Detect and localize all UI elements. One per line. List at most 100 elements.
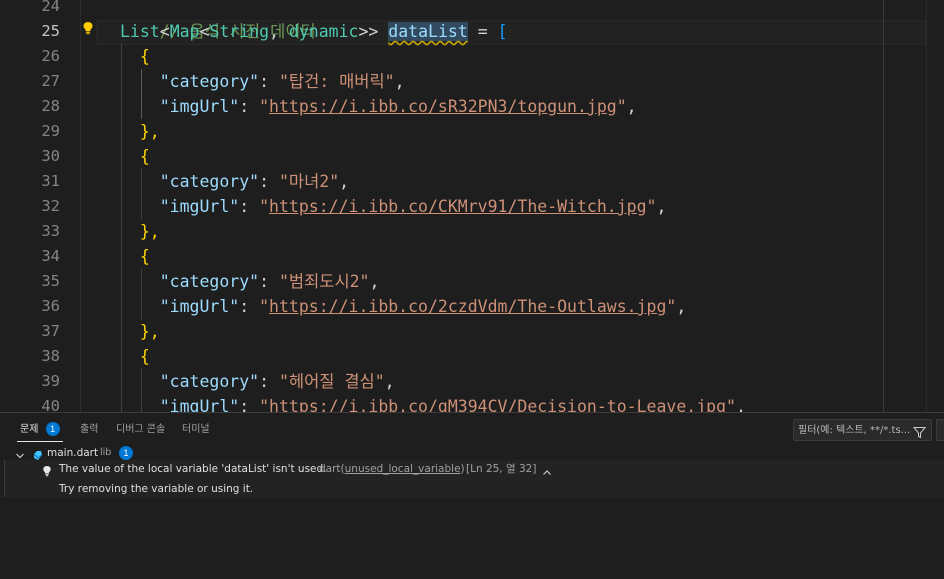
chevron-up-icon[interactable] — [542, 463, 552, 482]
editor-scrollbar[interactable] — [926, 0, 944, 412]
url-link[interactable]: https://i.ibb.co/2czdVdm/The-Outlaws.jpg — [269, 297, 666, 316]
colon: : — [259, 72, 279, 91]
file-folder: lib — [100, 447, 112, 458]
comma: , — [339, 172, 350, 191]
line-number: 31 — [41, 172, 60, 190]
open-brace: { — [139, 347, 150, 366]
code-line-36: "imgUrl": "https://i.ibb.co/2czdVdm/The-… — [120, 294, 687, 319]
colon: : — [259, 372, 279, 391]
file-problem-count-badge: 1 — [119, 446, 133, 460]
line-number: 34 — [41, 247, 60, 265]
type-map: Map — [169, 22, 200, 41]
tree-indent-guide — [4, 460, 5, 497]
url-link[interactable]: https://i.ibb.co/CKMrv91/The-Witch.jpg — [269, 197, 647, 216]
code-line-25: List<Map<String, dynamic>> dataList = [ — [120, 19, 508, 44]
category-key: "category" — [159, 72, 260, 91]
category-value: "범죄도시2" — [278, 272, 370, 291]
url-link[interactable]: https://i.ibb.co/gM394CV/Decision-to-Lea… — [269, 397, 726, 412]
quote: " — [259, 197, 270, 216]
code-line-24: // 음식 사진 데이터 — [120, 0, 316, 41]
imgurl-key: "imgUrl" — [159, 97, 240, 116]
type-list: List — [120, 22, 160, 41]
problems-count-badge: 1 — [45, 422, 60, 436]
comma: , — [394, 72, 405, 91]
comma: , — [676, 297, 687, 316]
url-link[interactable]: https://i.ibb.co/sR32PN3/topgun.jpg — [269, 97, 617, 116]
code-editor[interactable]: 24 25 26 27 28 29 30 31 32 33 34 35 36 3… — [0, 0, 944, 412]
file-name: main.dart — [47, 447, 99, 459]
tab-output[interactable]: 출력 — [80, 422, 98, 438]
type-string: String — [209, 22, 270, 41]
filter-icon[interactable] — [912, 424, 927, 439]
line-number: 28 — [41, 97, 60, 115]
tab-debug-console[interactable]: 디버그 콘솔 — [116, 422, 165, 438]
imgurl-key: "imgUrl" — [159, 297, 240, 316]
comma: , — [369, 272, 380, 291]
tab-terminal[interactable]: 터미널 — [182, 422, 210, 438]
active-tab-indicator — [17, 441, 63, 442]
panel-more-button[interactable] — [936, 419, 944, 441]
colon: : — [239, 297, 260, 316]
assign: = — [467, 22, 498, 41]
code-line-40: "imgUrl": "https://i.ibb.co/gM394CV/Deci… — [120, 394, 746, 412]
close-brace: }, — [139, 222, 160, 241]
quote: " — [259, 297, 270, 316]
category-key: "category" — [159, 372, 260, 391]
code-line-27: "category": "탑건: 매버릭", — [120, 69, 405, 94]
quote: " — [259, 397, 270, 412]
colon: : — [239, 197, 260, 216]
type-dynamic: dynamic — [288, 22, 359, 41]
lightbulb-icon[interactable] — [82, 20, 94, 35]
code-line-38: { — [120, 344, 150, 369]
comma: , — [269, 22, 289, 41]
colon: : — [259, 172, 279, 191]
line-number: 30 — [41, 147, 60, 165]
lightbulb-icon[interactable] — [42, 462, 52, 481]
code-line-35: "category": "범죄도시2", — [120, 269, 380, 294]
gutter-divider — [80, 0, 81, 412]
code-line-29: }, — [120, 119, 160, 144]
line-number: 35 — [41, 272, 60, 290]
code-line-37: }, — [120, 319, 160, 344]
colon: : — [259, 272, 279, 291]
comma: , — [656, 197, 667, 216]
angle-open: < — [199, 22, 210, 41]
problem-code-link[interactable]: unused_local_variable — [345, 463, 461, 475]
tab-problems[interactable]: 문제 1 — [20, 422, 60, 438]
category-value: "마녀2" — [278, 172, 340, 191]
code-line-30: { — [120, 144, 150, 169]
quote: " — [666, 297, 677, 316]
code-line-32: "imgUrl": "https://i.ibb.co/CKMrv91/The-… — [120, 194, 667, 219]
code-line-31: "category": "마녀2", — [120, 169, 349, 194]
line-number: 39 — [41, 372, 60, 390]
code-line-34: { — [120, 244, 150, 269]
problems-panel: 문제 1 출력 디버그 콘솔 터미널 main.dart lib 1 The v… — [0, 412, 944, 579]
filter-input[interactable] — [798, 422, 910, 438]
variable-datalist[interactable]: dataList — [388, 22, 468, 41]
line-number: 37 — [41, 322, 60, 340]
line-number: 38 — [41, 347, 60, 365]
line-number-gutter: 24 25 26 27 28 29 30 31 32 33 34 35 36 3… — [0, 0, 80, 412]
quote: " — [726, 397, 736, 412]
imgurl-key: "imgUrl" — [159, 397, 240, 412]
category-value: "탑건: 매버릭" — [278, 72, 395, 91]
filter-box[interactable] — [793, 419, 932, 441]
problem-source-suffix: ) — [460, 463, 465, 475]
category-key: "category" — [159, 172, 260, 191]
quote: " — [259, 97, 270, 116]
close-brace: }, — [139, 122, 160, 141]
line-number: 33 — [41, 222, 60, 240]
editor-ruler — [883, 0, 884, 412]
line-number: 36 — [41, 297, 60, 315]
comma: , — [735, 397, 746, 412]
quote: " — [646, 197, 657, 216]
open-brace: { — [139, 47, 150, 66]
quote: " — [616, 97, 627, 116]
line-number: 24 — [41, 0, 60, 15]
list-bracket: [ — [497, 22, 508, 41]
angle-open: < — [159, 22, 170, 41]
angle-close: >> — [358, 22, 389, 41]
category-value: "헤어질 결심" — [278, 372, 385, 391]
colon: : — [239, 397, 260, 412]
problem-hint: Try removing the variable or using it. — [59, 483, 254, 495]
